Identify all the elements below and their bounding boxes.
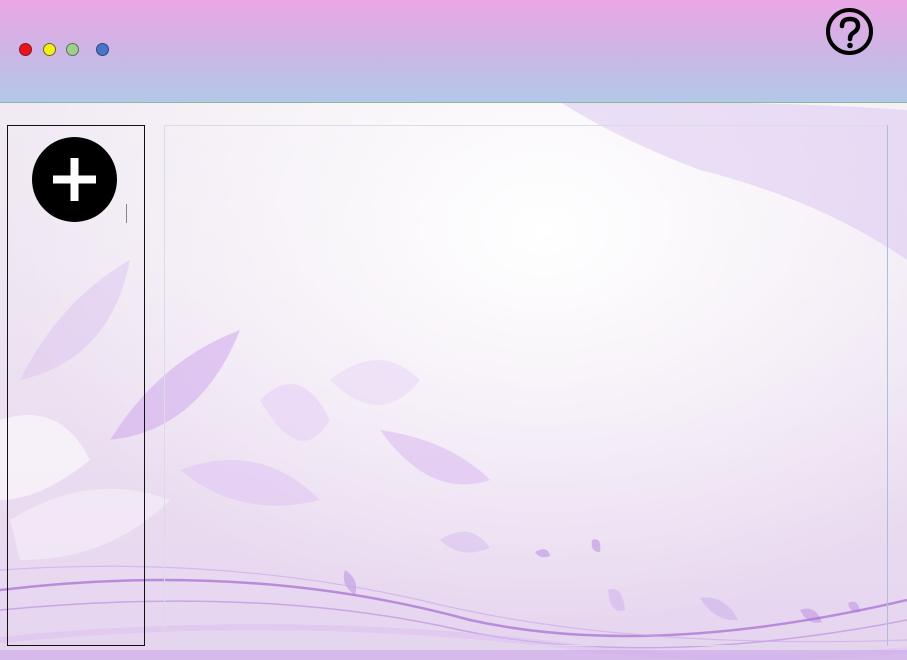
window-control-maximize[interactable] xyxy=(66,43,79,56)
main-content-panel[interactable] xyxy=(164,125,888,646)
sidebar xyxy=(7,125,145,646)
window-control-close[interactable] xyxy=(19,43,32,56)
window-control-extra[interactable] xyxy=(96,43,109,56)
title-bar xyxy=(0,0,907,103)
plus-circle-icon xyxy=(53,158,96,201)
sidebar-scrollbar[interactable] xyxy=(126,204,127,223)
app-window xyxy=(0,0,907,660)
window-control-minimize[interactable] xyxy=(43,43,56,56)
question-circle-icon xyxy=(839,16,860,48)
add-button[interactable] xyxy=(32,137,117,222)
help-button[interactable] xyxy=(826,8,873,55)
